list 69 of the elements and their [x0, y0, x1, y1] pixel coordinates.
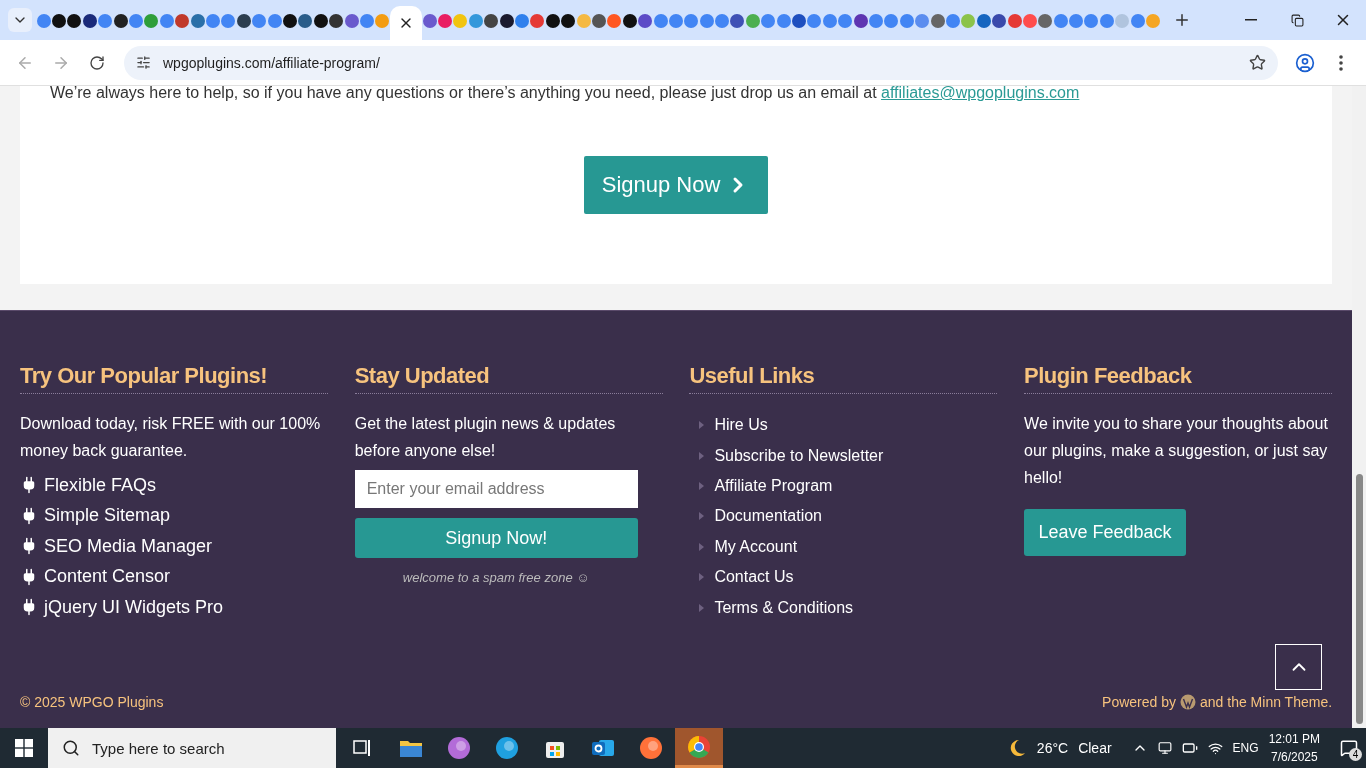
task-view-icon[interactable] [353, 739, 373, 757]
weather-text: Clear [1078, 740, 1112, 756]
footer-text: We invite you to share your thoughts about our plugins, make a suggestion, or just say hello! [1024, 414, 1329, 488]
site-info-icon[interactable] [136, 55, 151, 70]
footer-link[interactable]: Affiliate Program [714, 476, 833, 495]
scrollbar[interactable] [1352, 86, 1366, 728]
minimize-icon [1245, 19, 1257, 21]
plugin-link[interactable]: jQuery UI Widgets Pro [44, 596, 224, 618]
footer-heading: Useful Links [689, 363, 998, 394]
bullet-icon [699, 512, 705, 521]
footer-link[interactable]: Contact Us [714, 568, 794, 587]
footer-heading: Stay Updated [354, 363, 663, 394]
wifi-icon[interactable] [1207, 740, 1223, 756]
bullet-icon [699, 421, 705, 430]
notifications-button[interactable]: 4 [1340, 739, 1358, 757]
bullet-icon [699, 603, 705, 612]
copyright-text: © 2025 WPGO Plugins [20, 694, 164, 710]
address-bar[interactable]: wpgoplugins.com/affiliate-program/ [124, 45, 1278, 80]
battery-icon[interactable] [1181, 740, 1198, 756]
footer-text: Download today, risk FREE with our 100% money back guarantee. [20, 414, 322, 461]
notification-count: 4 [1349, 748, 1362, 761]
app-icon[interactable] [495, 736, 519, 760]
wordpress-icon [1180, 694, 1196, 710]
bullet-icon [699, 542, 705, 551]
app-icon[interactable] [639, 736, 663, 760]
url-text: wpgoplugins.com/affiliate-program/ [163, 54, 380, 71]
windows-icon [15, 739, 33, 757]
footer-link[interactable]: My Account [714, 537, 798, 556]
footer-link[interactable]: Terms & Conditions [714, 598, 854, 617]
mail-app-icon[interactable] [591, 737, 615, 759]
reload-icon [89, 54, 105, 71]
feedback-button[interactable]: Leave Feedback [1024, 509, 1187, 556]
browser-app-icon[interactable] [687, 734, 711, 759]
bullet-icon [699, 451, 705, 460]
footer-text: Get the latest plugin news & updates before anyone else! [354, 414, 617, 461]
language-text[interactable]: ENG [1232, 741, 1259, 755]
theme-text: and the Minn Theme. [1200, 694, 1333, 710]
footer-heading: Plugin Feedback [1024, 363, 1333, 394]
help-text: We’re always here to help, so if you have any questions or there’s anything you need, please just drop us an email at affiliates@wpgoplugins.com [50, 83, 1081, 103]
spam-note: welcome to a spam free zone ☺ [401, 570, 591, 585]
footer-link[interactable]: Documentation [714, 507, 822, 526]
menu-icon [1339, 54, 1343, 71]
email-field[interactable]: Enter your email address [354, 470, 638, 508]
footer-heading: Try Our Popular Plugins! [20, 363, 328, 394]
signup-button[interactable]: Signup Now [583, 156, 769, 214]
app-icon[interactable] [447, 736, 471, 760]
folder-icon[interactable] [399, 738, 423, 758]
taskbar-search-field[interactable]: Type here to search [48, 728, 336, 768]
plugin-link[interactable]: Simple Sitemap [44, 505, 171, 527]
plugin-link[interactable]: SEO Media Manager [44, 535, 213, 557]
search-icon [62, 739, 80, 757]
tab-search-button[interactable] [8, 8, 32, 32]
plugin-link[interactable]: Flexible FAQs [44, 474, 157, 496]
email-link[interactable]: affiliates@wpgoplugins.com [881, 84, 1080, 101]
profile-icon [1295, 52, 1315, 73]
restore-icon [1290, 13, 1304, 27]
clock[interactable]: 12:01 PM 7/6/2025 [1268, 730, 1320, 766]
bullet-icon [699, 481, 705, 490]
bullet-icon [699, 573, 705, 582]
search-placeholder: Type here to search [92, 739, 225, 757]
plugin-link[interactable]: Content Censor [44, 566, 171, 588]
footer-link[interactable]: Hire Us [714, 416, 768, 435]
scroll-to-top-button[interactable] [1275, 644, 1323, 690]
newsletter-signup-button[interactable]: Signup Now! [354, 518, 638, 558]
temperature-text: 26°C [1036, 740, 1069, 756]
monitor-icon[interactable] [1157, 741, 1172, 755]
footer-link[interactable]: Subscribe to Newsletter [714, 446, 884, 465]
bookmark-star-icon[interactable] [1249, 54, 1266, 71]
powered-by-text: Powered by [1102, 694, 1176, 710]
